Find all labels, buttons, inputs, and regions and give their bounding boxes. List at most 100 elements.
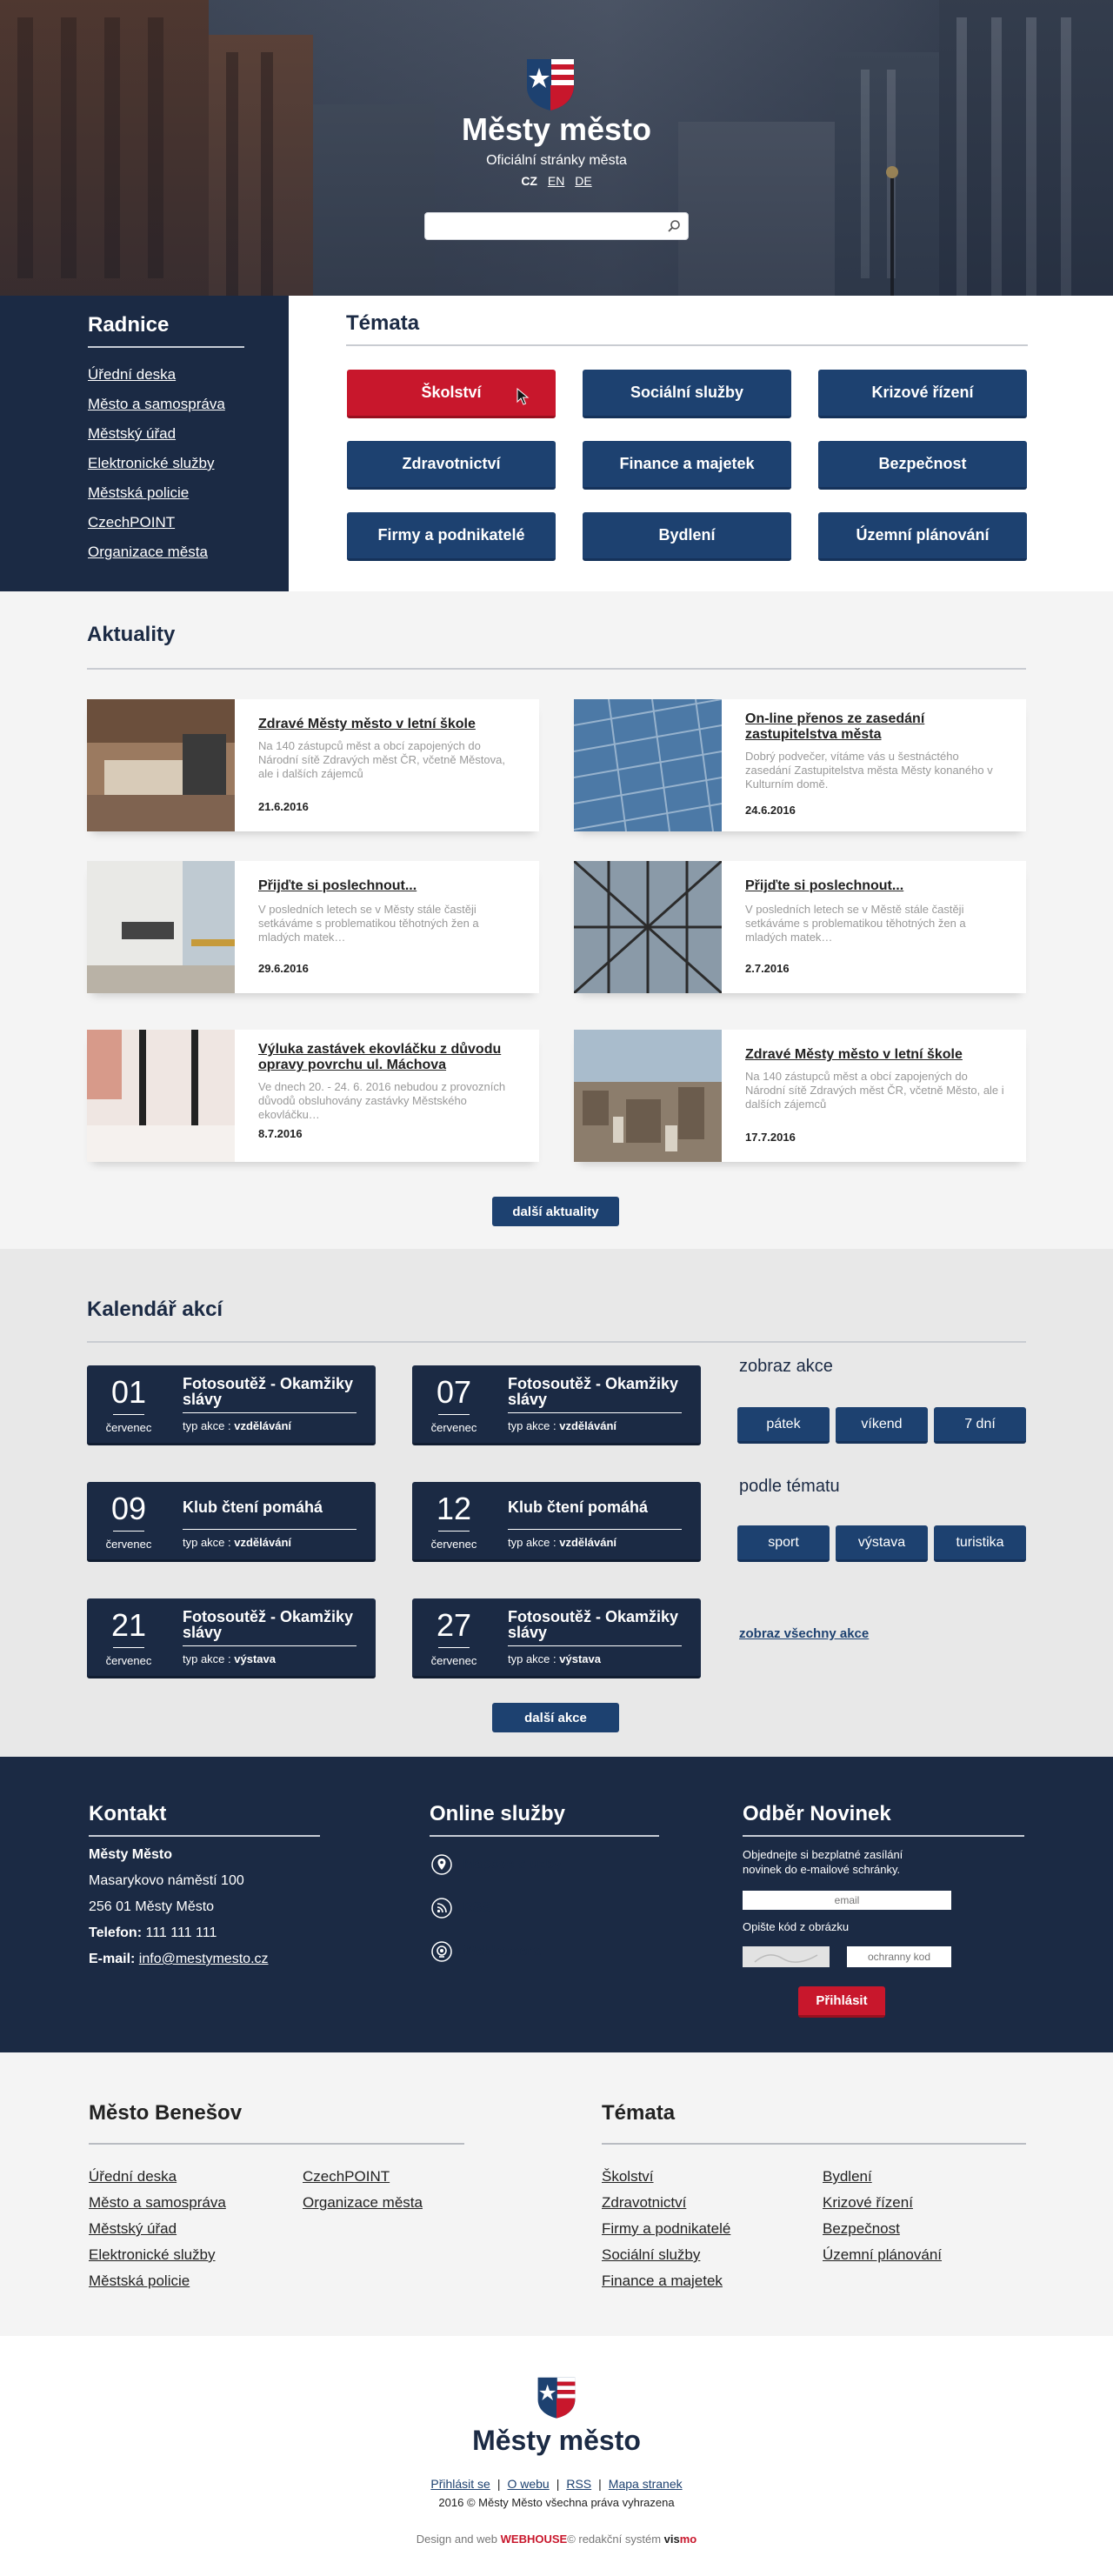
event-title[interactable]: Fotosoutěž - Okamžiky slávy [508, 1609, 682, 1640]
radnice-item-mesto-a-samosprava[interactable]: Město a samospráva [88, 390, 225, 419]
topic-button-krizove-rizeni[interactable]: Krizové řízení [818, 370, 1027, 418]
filter-button-sport[interactable]: sport [737, 1525, 830, 1562]
news-card[interactable]: Výluka zastávek ekovláčku z důvodu oprav… [87, 1030, 539, 1162]
online-rss-label[interactable]: RSS [463, 1900, 491, 1916]
footer-topics-divider [602, 2143, 1026, 2145]
news-title-link[interactable]: On-line přenos ze zasedání zastupitelstv… [745, 711, 1006, 743]
sitemap-link[interactable]: Mapa stranek [609, 2477, 683, 2491]
online-rss[interactable]: RSS [431, 1898, 491, 1919]
contact-email-link[interactable]: info@mestymesto.cz [139, 1952, 269, 1966]
more-news-button[interactable]: další aktuality [492, 1197, 619, 1226]
news-excerpt: V posledních letech se v Městy stále čas… [258, 903, 479, 944]
footer-link-mestsky-urad[interactable]: Městský úřad [89, 2220, 177, 2238]
footer-link-finance-a-majetek[interactable]: Finance a majetek [602, 2272, 723, 2290]
news-date: 29.6.2016 [258, 962, 309, 975]
lang-de[interactable]: DE [575, 174, 591, 188]
rss-link[interactable]: RSS [566, 2477, 591, 2491]
footer-link-uredni-deska[interactable]: Úřední deska [89, 2168, 177, 2186]
filter-button-turistika[interactable]: turistika [934, 1525, 1026, 1562]
news-card[interactable]: On-line přenos ze zasedání zastupitelstv… [574, 699, 1026, 831]
news-title-link[interactable]: Výluka zastávek ekovláčku z důvodu oprav… [258, 1042, 519, 1073]
event-card[interactable]: 09 červenec Klub čtení pomáhá typ akce :… [87, 1482, 376, 1562]
footer-link-czechpoint[interactable]: CzechPOINT [303, 2168, 390, 2186]
radnice-item-organizace-mesta[interactable]: Organizace města [88, 537, 225, 567]
news-card[interactable]: Přijďte si poslechnout... V posledních l… [87, 861, 539, 993]
topic-button-bydleni[interactable]: Bydlení [583, 512, 791, 561]
event-title[interactable]: Klub čtení pomáhá [508, 1499, 682, 1515]
footer-link-elektronicke-sluzby[interactable]: Elektronické služby [89, 2246, 216, 2264]
event-type: typ akce : výstava [508, 1652, 601, 1665]
lang-en[interactable]: EN [548, 174, 564, 188]
news-title-link[interactable]: Zdravé Městy město v letní škole [258, 717, 519, 732]
news-title-link[interactable]: Přijďte si poslechnout... [745, 878, 1006, 894]
footer-topics-title: Témata [602, 2101, 676, 2125]
event-card[interactable]: 01 červenec Fotosoutěž - Okamžiky slávy … [87, 1365, 376, 1445]
event-day-divider [438, 1414, 470, 1415]
footer-city-divider [89, 2143, 464, 2145]
news-card[interactable]: Přijďte si poslechnout... V posledních l… [574, 861, 1026, 993]
online-map-services[interactable]: Mapove sluzby [431, 1854, 562, 1875]
vismo-link-vis[interactable]: vis [664, 2533, 680, 2546]
city-logo-icon[interactable] [525, 56, 576, 111]
online-webcam[interactable]: Webkamera [431, 1941, 541, 1962]
footer-link-skolstvi[interactable]: Školství [602, 2168, 654, 2186]
search-input[interactable] [425, 213, 651, 239]
radnice-item-mestska-policie[interactable]: Městská policie [88, 478, 225, 508]
news-title-link[interactable]: Přijďte si poslechnout... [258, 878, 519, 894]
about-link[interactable]: O webu [507, 2477, 549, 2491]
newsletter-submit-button[interactable]: Přihlásit [798, 1986, 885, 2018]
event-day-divider [113, 1531, 144, 1532]
event-title[interactable]: Fotosoutěž - Okamžiky slávy [183, 1376, 357, 1407]
event-title[interactable]: Klub čtení pomáhá [183, 1499, 357, 1515]
event-title[interactable]: Fotosoutěž - Okamžiky slávy [183, 1609, 357, 1640]
event-card[interactable]: 07 červenec Fotosoutěž - Okamžiky slávy … [412, 1365, 701, 1445]
footer-link-socialni-sluzby[interactable]: Sociální služby [602, 2246, 700, 2264]
lang-cz[interactable]: CZ [521, 174, 537, 188]
captcha-input[interactable] [847, 1946, 951, 1967]
filter-button-vystava[interactable]: výstava [836, 1525, 928, 1562]
login-link[interactable]: Přihlásit se [430, 2477, 490, 2491]
news-card[interactable]: Zdravé Městy město v letní škole Na 140 … [574, 1030, 1026, 1162]
webhouse-link[interactable]: WEBHOUSE [501, 2533, 568, 2546]
footer-link-mestska-policie[interactable]: Městská policie [89, 2272, 190, 2290]
radnice-item-uredni-deska[interactable]: Úřední deska [88, 360, 225, 390]
vismo-link-mo[interactable]: mo [680, 2533, 697, 2546]
event-title[interactable]: Fotosoutěž - Okamžiky slávy [508, 1376, 682, 1407]
event-type-label: typ akce : [183, 1419, 231, 1432]
footer-logo-icon[interactable] [537, 2374, 576, 2419]
event-card[interactable]: 21 červenec Fotosoutěž - Okamžiky slávy … [87, 1598, 376, 1678]
all-events-link[interactable]: zobraz všechny akce [739, 1626, 869, 1641]
news-title-link[interactable]: Zdravé Městy město v letní škole [745, 1047, 1006, 1063]
news-excerpt: Dobrý podvečer, vítáme vás u šestnáctého… [745, 750, 993, 791]
topic-button-firmy-a-podnikatele[interactable]: Firmy a podnikatelé [347, 512, 556, 561]
footer-link-uzemni-planovani[interactable]: Územní plánování [823, 2246, 942, 2264]
topic-button-finance-a-majetek[interactable]: Finance a majetek [583, 441, 791, 490]
event-card[interactable]: 12 červenec Klub čtení pomáhá typ akce :… [412, 1482, 701, 1562]
more-events-button[interactable]: další akce [492, 1703, 619, 1732]
online-map-label[interactable]: Mapove sluzby [463, 1857, 562, 1872]
search-icon[interactable] [667, 219, 681, 233]
radnice-item-mestsky-urad[interactable]: Městský úřad [88, 419, 225, 449]
footer-link-krizove-rizeni[interactable]: Krizové řízení [823, 2194, 913, 2212]
online-webcam-label[interactable]: Webkamera [463, 1944, 541, 1959]
filter-button-patek[interactable]: pátek [737, 1407, 830, 1444]
show-events-heading: zobraz akce [739, 1357, 833, 1376]
footer-link-organizace-mesta[interactable]: Organizace města [303, 2194, 423, 2212]
topic-button-bezpecnost[interactable]: Bezpečnost [818, 441, 1027, 490]
footer-link-firmy-a-podnikatele[interactable]: Firmy a podnikatelé [602, 2220, 730, 2238]
radnice-item-elektronicke-sluzby[interactable]: Elektronické služby [88, 449, 225, 478]
news-card[interactable]: Zdravé Městy město v letní škole Na 140 … [87, 699, 539, 831]
filter-button-vikend[interactable]: víkend [836, 1407, 928, 1444]
footer-link-bezpecnost[interactable]: Bezpečnost [823, 2220, 900, 2238]
topic-button-uzemni-planovani[interactable]: Územní plánování [818, 512, 1027, 561]
footer-link-zdravotnictvi[interactable]: Zdravotnictví [602, 2194, 686, 2212]
newsletter-email-input[interactable] [743, 1891, 951, 1910]
topic-button-zdravotnictvi[interactable]: Zdravotnictví [347, 441, 556, 490]
footer-link-mesto-a-samosprava[interactable]: Město a samospráva [89, 2194, 226, 2212]
event-card[interactable]: 27 červenec Fotosoutěž - Okamžiky slávy … [412, 1598, 701, 1678]
radnice-item-czechpoint[interactable]: CzechPOINT [88, 508, 225, 537]
footer-link-bydleni[interactable]: Bydlení [823, 2168, 872, 2186]
newsletter-divider [743, 1835, 1024, 1837]
topic-button-socialni-sluzby[interactable]: Sociální služby [583, 370, 791, 418]
filter-button-7-dni[interactable]: 7 dní [934, 1407, 1026, 1444]
